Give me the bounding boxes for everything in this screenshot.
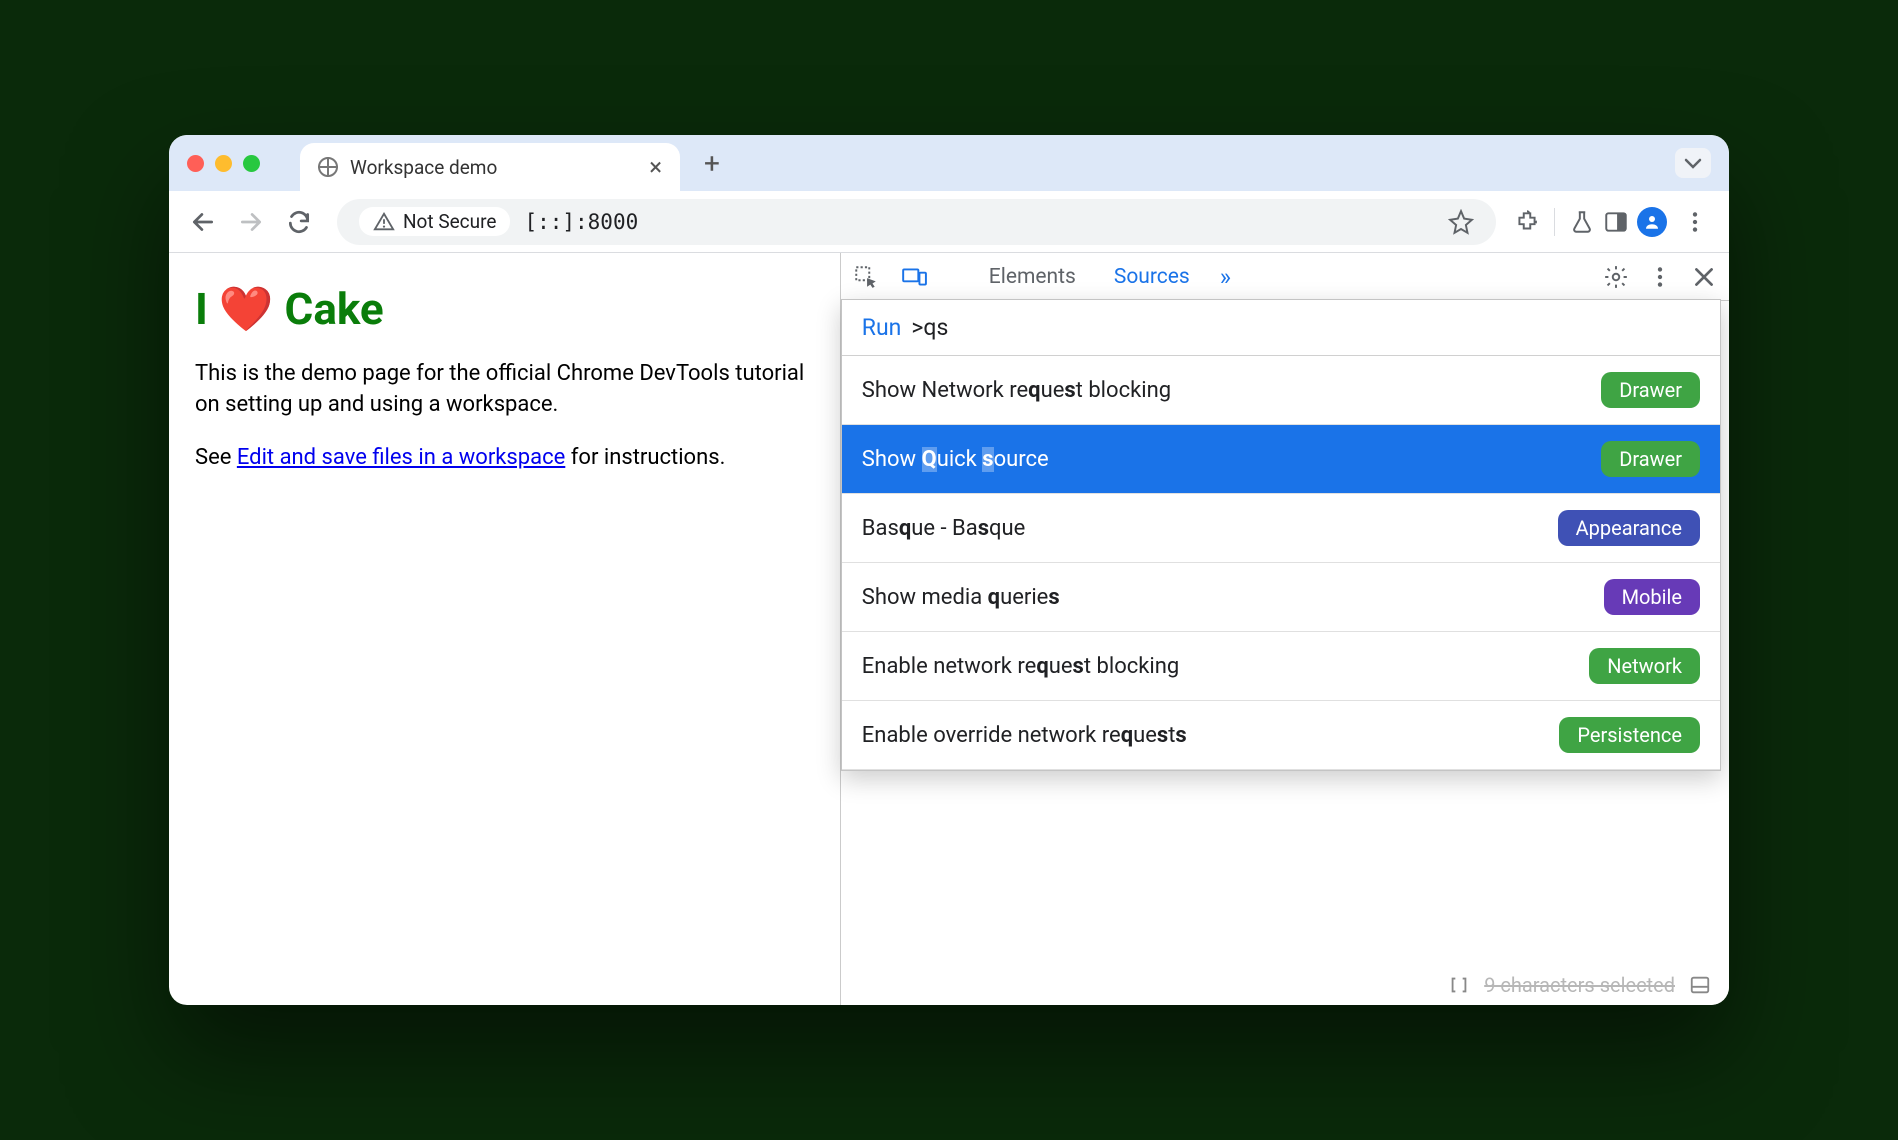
divider <box>1554 208 1555 236</box>
security-label: Not Secure <box>403 210 496 233</box>
content-area: I ❤️ Cake This is the demo page for the … <box>169 253 1729 1005</box>
tab-elements[interactable]: Elements <box>981 265 1084 289</box>
warning-icon <box>373 211 395 233</box>
devtools-panel: Elements Sources » Run >qs Show Network … <box>840 253 1729 1005</box>
see-prefix: See <box>195 445 237 470</box>
forward-button[interactable] <box>231 202 271 242</box>
command-list: Show Network request blockingDrawerShow … <box>842 356 1720 770</box>
close-tab-button[interactable]: × <box>649 153 662 181</box>
command-badge: Mobile <box>1604 579 1700 615</box>
tab-title: Workspace demo <box>350 156 497 179</box>
profile-button[interactable] <box>1637 207 1667 237</box>
person-icon <box>1643 213 1661 231</box>
see-suffix: for instructions. <box>565 445 725 470</box>
address-bar[interactable]: Not Secure [::]:8000 <box>337 199 1496 245</box>
tab-sources[interactable]: Sources <box>1106 265 1198 289</box>
command-item[interactable]: Enable override network requests Persiste… <box>842 701 1720 770</box>
page-content: I ❤️ Cake This is the demo page for the … <box>169 253 840 1005</box>
command-label: Show Quick source <box>862 447 1049 472</box>
status-bar: 9 characters selected <box>1448 973 1711 997</box>
command-item[interactable]: Show Quick source Drawer <box>842 425 1720 494</box>
star-icon[interactable] <box>1448 209 1474 235</box>
titlebar: Workspace demo × + <box>169 135 1729 191</box>
browser-tab[interactable]: Workspace demo × <box>300 143 680 191</box>
page-paragraph: This is the demo page for the official C… <box>195 359 814 421</box>
command-badge: Drawer <box>1601 441 1700 477</box>
dots-vertical-icon[interactable] <box>1647 264 1673 290</box>
command-menu: Run >qs Show Network request blocking Dra… <box>841 299 1721 771</box>
new-tab-button[interactable]: + <box>704 147 720 180</box>
workspace-link[interactable]: Edit and save files in a workspace <box>237 445 565 470</box>
toolbar: Not Secure [::]:8000 <box>169 191 1729 253</box>
command-label: Enable network request blocking <box>862 654 1180 679</box>
tab-menu-button[interactable] <box>1675 148 1711 178</box>
side-panel-icon[interactable] <box>1603 209 1629 235</box>
labs-icon[interactable] <box>1569 209 1595 235</box>
menu-button[interactable] <box>1675 202 1715 242</box>
command-label: Basque - Basque <box>862 516 1026 541</box>
close-window-button[interactable] <box>187 155 204 172</box>
extensions-icon[interactable] <box>1514 209 1540 235</box>
command-badge: Drawer <box>1601 372 1700 408</box>
traffic-lights <box>187 155 260 172</box>
command-item[interactable]: Basque - Basque Appearance <box>842 494 1720 563</box>
inspect-icon[interactable] <box>853 264 879 290</box>
security-chip[interactable]: Not Secure <box>359 207 510 236</box>
arrow-right-icon <box>238 209 264 235</box>
command-label: Enable override network requests <box>862 723 1187 748</box>
page-heading: I ❤️ Cake <box>195 283 814 335</box>
status-text: 9 characters selected <box>1484 973 1675 997</box>
gear-icon[interactable] <box>1603 264 1629 290</box>
command-label: Show Network request blocking <box>862 378 1171 403</box>
reload-icon <box>286 209 312 235</box>
command-item[interactable]: Show media queries Mobile <box>842 563 1720 632</box>
maximize-window-button[interactable] <box>243 155 260 172</box>
close-icon[interactable] <box>1691 264 1717 290</box>
globe-icon <box>318 157 338 177</box>
command-item[interactable]: Show Network request blocking Drawer <box>842 356 1720 425</box>
command-input-row[interactable]: Run >qs <box>842 300 1720 356</box>
command-badge: Appearance <box>1558 510 1700 546</box>
brackets-icon <box>1448 974 1470 996</box>
more-tabs-button[interactable]: » <box>1220 263 1231 291</box>
reload-button[interactable] <box>279 202 319 242</box>
panel-icon[interactable] <box>1689 974 1711 996</box>
device-icon[interactable] <box>901 264 927 290</box>
command-query: >qs <box>911 314 948 341</box>
dots-vertical-icon <box>1682 209 1708 235</box>
command-label: Show media queries <box>862 585 1060 610</box>
browser-window: Workspace demo × + Not Secure [::]:8000 <box>169 135 1729 1005</box>
chevron-down-icon <box>1684 157 1702 169</box>
command-prefix: Run <box>862 314 902 341</box>
arrow-left-icon <box>190 209 216 235</box>
url-text: [::]:8000 <box>524 210 638 234</box>
command-badge: Persistence <box>1559 717 1700 753</box>
page-instructions: See Edit and save files in a workspace f… <box>195 443 814 474</box>
back-button[interactable] <box>183 202 223 242</box>
command-item[interactable]: Enable network request blocking Network <box>842 632 1720 701</box>
devtools-tabs: Elements Sources » <box>841 253 1729 301</box>
minimize-window-button[interactable] <box>215 155 232 172</box>
command-badge: Network <box>1589 648 1700 684</box>
